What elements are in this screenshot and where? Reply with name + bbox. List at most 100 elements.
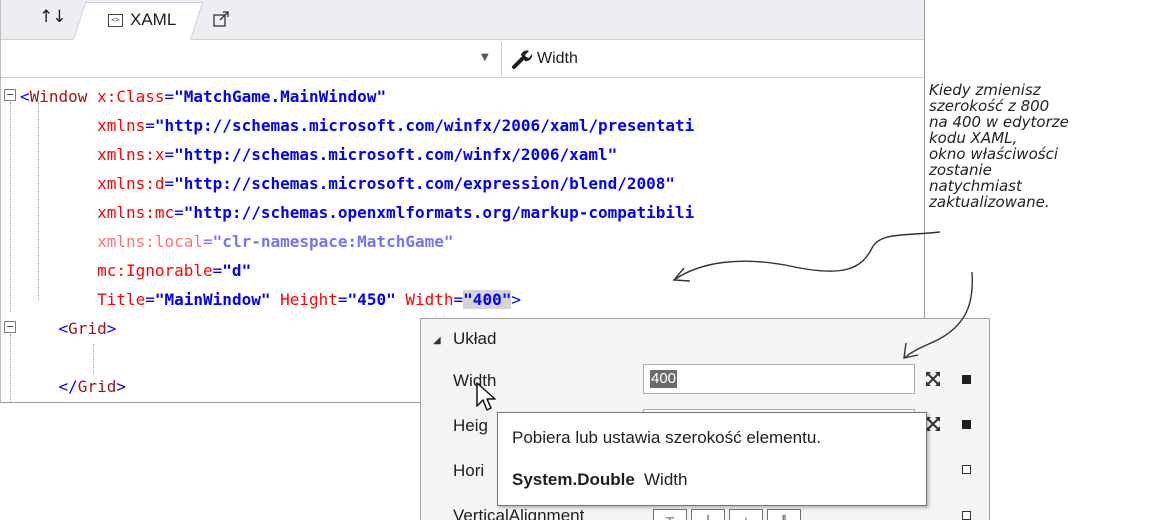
code-token: >: [116, 377, 126, 396]
code-token: >: [106, 319, 117, 338]
wrench-icon: [512, 50, 533, 69]
code-line[interactable]: xmlns:local="clr-namespace:MatchGame": [1, 227, 924, 256]
code-line[interactable]: mc:Ignorable="d": [1, 256, 924, 285]
tooltip-description: Pobiera lub ustawia szerokość elementu.: [512, 428, 821, 447]
code-token: "http://schemas.microsoft.com/winfx/2006…: [174, 145, 618, 164]
code-line[interactable]: xmlns:x="http://schemas.microsoft.com/wi…: [1, 140, 924, 169]
align-bottom-button[interactable]: ⊥: [729, 509, 763, 520]
code-token: "MatchGame.MainWindow": [174, 87, 387, 106]
code-token: =: [164, 87, 175, 106]
align-stretch-button[interactable]: ╫: [767, 509, 801, 520]
annotation-line: okno właściwości: [929, 145, 1058, 163]
code-token: xmlns:local: [97, 232, 204, 251]
code-token: "http://schemas.microsoft.com/winfx/2006…: [154, 116, 695, 135]
annotation-line: kodu XAML,: [929, 129, 1018, 147]
width-value: 400: [650, 370, 678, 388]
tooltip-type: System.Double: [512, 470, 635, 489]
code-line[interactable]: xmlns:mc="http://schemas.openxmlformats.…: [1, 198, 924, 227]
annotation-note: Kiedy zmienisz szerokość z 800 na 400 w ed…: [929, 82, 1153, 210]
property-marker[interactable]: [962, 465, 971, 474]
annotation-line: Kiedy zmienisz: [929, 81, 1041, 99]
vertical-alignment-buttons: ⊤ ╪ ⊥ ╫: [653, 509, 801, 520]
align-top-button[interactable]: ⊤: [653, 509, 687, 520]
code-token: Title: [97, 290, 146, 309]
code-token: Height: [280, 290, 338, 309]
code-token: =: [164, 145, 175, 164]
expand-arrows-icon[interactable]: [925, 416, 941, 432]
chevron-down-icon[interactable]: ▼: [481, 52, 489, 63]
code-token: >: [511, 290, 521, 309]
code-token: x:Class: [97, 87, 165, 106]
outline-guide: [38, 102, 39, 300]
collapse-window-icon[interactable]: −: [4, 89, 16, 101]
code-token: </: [58, 377, 78, 396]
code-token: "http://schemas.openxmlformats.org/marku…: [183, 203, 695, 222]
code-token: =: [203, 232, 213, 251]
code-token: <: [20, 87, 30, 106]
code-line[interactable]: <Window x:Class="MatchGame.MainWindow": [1, 82, 924, 111]
code-token: =: [337, 290, 348, 309]
tab-xaml[interactable]: <> XAML: [108, 10, 176, 30]
property-marker[interactable]: [962, 375, 971, 384]
member-dropdown[interactable]: Width: [537, 50, 578, 68]
expand-arrows-icon[interactable]: [925, 371, 941, 387]
code-token: =: [174, 203, 184, 222]
code-token: "450": [347, 290, 396, 309]
code-token: Grid: [77, 377, 117, 396]
code-line[interactable]: Title="MainWindow" Height="450" Width="4…: [1, 285, 924, 314]
code-token: "clr-namespace:MatchGame": [212, 232, 454, 251]
popout-icon[interactable]: [213, 11, 229, 27]
tooltip-member-name: Width: [644, 470, 688, 489]
code-token: xmlns:x: [97, 145, 165, 164]
tooltip: Pobiera lub ustawia szerokość elementu. …: [497, 412, 927, 506]
horizontal-alignment-label: Hori: [453, 461, 485, 480]
annotation-line: zaktualizowane.: [929, 193, 1050, 211]
code-token: "400": [463, 290, 512, 309]
annotation-line: szerokość z 800: [929, 97, 1050, 115]
xaml-file-icon: <>: [108, 13, 123, 27]
code-token: "d": [222, 261, 252, 280]
code-token: xmlns: [97, 116, 146, 135]
code-line[interactable]: xmlns="http://schemas.microsoft.com/winf…: [1, 111, 924, 140]
code-token: "http://schemas.microsoft.com/expression…: [174, 174, 676, 193]
code-token: =: [145, 116, 155, 135]
collapse-grid-icon[interactable]: −: [4, 321, 16, 333]
annotation-line: na 400 w edytorze: [929, 113, 1069, 131]
code-token: Grid: [68, 319, 107, 338]
swap-panes-button[interactable]: ↑↓: [39, 7, 66, 27]
code-token: Width: [405, 290, 454, 309]
code-token: =: [453, 290, 464, 309]
code-token: xmlns:mc: [97, 203, 175, 222]
code-token: "MainWindow": [154, 290, 271, 309]
width-input[interactable]: 400: [643, 364, 915, 394]
section-layout-label[interactable]: Układ: [453, 329, 496, 349]
outline-guide: [93, 344, 94, 374]
property-marker[interactable]: [962, 420, 971, 429]
outline-guide: [10, 102, 11, 312]
code-token: =: [145, 290, 155, 309]
annotation-line: zostanie: [929, 161, 992, 179]
editor-tab-bar: ↑↓ <> XAML: [1, 0, 924, 40]
code-line[interactable]: xmlns:d="http://schemas.microsoft.com/ex…: [1, 169, 924, 198]
property-marker[interactable]: [962, 511, 971, 520]
code-token: <: [58, 319, 69, 338]
annotation-line: natychmiast: [929, 177, 1022, 195]
code-token: =: [164, 174, 175, 193]
align-center-button[interactable]: ╪: [691, 509, 725, 520]
expand-triangle-icon[interactable]: ◢: [433, 335, 441, 346]
mouse-pointer-icon: [476, 382, 496, 411]
code-token: =: [212, 261, 223, 280]
vertical-alignment-label: VerticalAlignment: [453, 506, 585, 520]
height-label: Heig: [453, 416, 488, 435]
